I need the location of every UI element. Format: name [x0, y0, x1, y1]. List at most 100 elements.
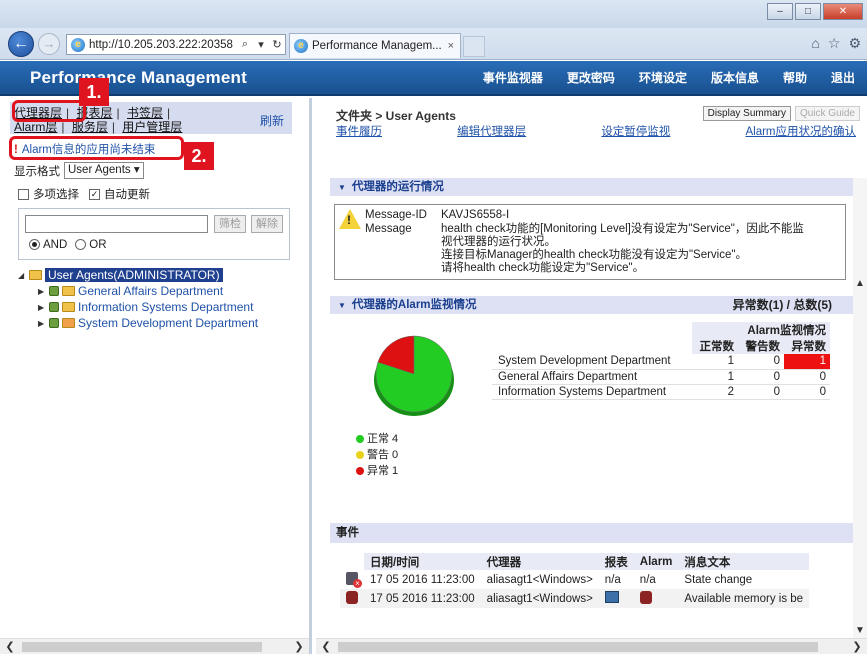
quick-guide-button[interactable]: Quick Guide [794, 106, 860, 121]
scroll-up-icon[interactable]: ▲ [853, 278, 867, 289]
browser-navbar: ← → e http://10.205.203.222:20358 ⌕ ▾ ↻ … [0, 28, 867, 60]
alarm-stats-table: Alarm监视情况 正常数 警告数 异常数 System Development… [492, 322, 830, 400]
legend-normal: 正常 4 [356, 430, 398, 446]
table-row[interactable]: System Development Department 1 0 1 [492, 354, 830, 369]
and-radio[interactable] [29, 239, 40, 251]
address-url[interactable]: http://10.205.203.222:20358 [89, 39, 237, 51]
scroll-right-icon[interactable]: ❯ [849, 639, 865, 654]
menu-help[interactable]: 帮助 [771, 69, 819, 86]
scroll-left-icon[interactable]: ❮ [2, 639, 18, 654]
or-radio[interactable] [75, 239, 87, 251]
expand-icon[interactable]: ▶ [38, 287, 46, 296]
scrollbar-thumb[interactable] [22, 642, 262, 652]
refresh-icon[interactable]: ↻ [269, 38, 285, 51]
maximize-button[interactable]: □ [795, 3, 821, 20]
left-horizontal-scrollbar[interactable]: ❮ ❯ [0, 638, 309, 654]
scroll-right-icon[interactable]: ❯ [291, 639, 307, 654]
menu-version[interactable]: 版本信息 [699, 69, 771, 86]
link-pause-monitoring[interactable]: 设定暂停监视 [601, 123, 670, 139]
alarm-status-header[interactable]: ▼ 代理器的Alarm监视情况 异常数(1) / 总数(5) [330, 296, 862, 314]
expand-icon[interactable]: ▶ [38, 319, 46, 328]
filter-button[interactable]: 筛检 [214, 215, 246, 233]
back-button[interactable]: ← [8, 31, 34, 57]
message-text: health check功能的[Monitoring Level]没有设定为"S… [441, 223, 804, 274]
collapse-icon[interactable]: ▼ [338, 301, 346, 310]
tree-item-label[interactable]: General Affairs Department [78, 284, 223, 298]
scrollbar-thumb[interactable] [338, 642, 818, 652]
agent-tree: ◢ User Agents(ADMINISTRATOR) ▶ General A… [18, 268, 258, 330]
event-row[interactable]: 17 05 2016 11:23:00 aliasagt1<Windows> n… [340, 570, 809, 589]
tab-services[interactable]: 服务层 [72, 120, 108, 134]
close-window-button[interactable]: ✕ [823, 3, 863, 20]
abnormal-cell: 1 [784, 354, 830, 369]
favorites-icon[interactable]: ☆ [828, 35, 841, 52]
alarm-pie-chart [374, 335, 454, 416]
forward-button[interactable]: → [38, 33, 60, 55]
options-checkboxes: 多项选择 ✓ 自动更新 [18, 186, 150, 202]
menu-change-password[interactable]: 更改密码 [555, 69, 627, 86]
header-warning: 警告数 [738, 338, 784, 354]
alarm-icon[interactable] [639, 590, 652, 604]
tree-item-label[interactable]: Information Systems Department [78, 300, 253, 314]
settings-icon[interactable]: ⚙ [848, 35, 861, 52]
tab-user-management[interactable]: 用户管理层 [122, 120, 182, 134]
agent-status-header[interactable]: ▼ 代理器的运行情况 [330, 178, 862, 196]
filter-input[interactable] [25, 215, 208, 233]
or-option[interactable]: OR [75, 239, 107, 251]
table-row[interactable]: General Affairs Department 1 0 0 [492, 369, 830, 384]
browser-tab[interactable]: e Performance Managem... × [289, 33, 461, 58]
events-header-datetime: 日期/时间 [364, 553, 481, 570]
tree-root-label[interactable]: User Agents(ADMINISTRATOR) [45, 268, 223, 282]
message-label: Message [365, 223, 412, 235]
database-icon [346, 590, 358, 604]
search-icon[interactable]: ⌕ [237, 38, 253, 51]
events-header-report: 报表 [598, 553, 634, 570]
header-normal: 正常数 [692, 338, 738, 354]
clear-button[interactable]: 解除 [251, 215, 283, 233]
link-event-history[interactable]: 事件履历 [336, 123, 382, 139]
event-row[interactable]: 17 05 2016 11:23:00 aliasagt1<Windows> A… [340, 589, 810, 608]
folder-icon [62, 302, 75, 312]
format-select[interactable]: User Agents ▾ [64, 162, 144, 179]
address-bar[interactable]: e http://10.205.203.222:20358 ⌕ ▾ ↻ [66, 34, 286, 55]
multi-select-checkbox[interactable] [18, 189, 29, 201]
refresh-link[interactable]: 刷新 [260, 112, 284, 129]
table-row[interactable]: Information Systems Department 2 0 0 [492, 384, 830, 399]
collapse-icon[interactable]: ◢ [18, 271, 26, 280]
folder-icon [62, 286, 75, 296]
and-option[interactable]: AND [29, 239, 67, 251]
tab-alarms[interactable]: Alarm层 [14, 120, 57, 134]
multi-select-option[interactable]: 多项选择 [18, 186, 79, 202]
expand-icon[interactable]: ▶ [38, 303, 46, 312]
events-header: 事件 [330, 523, 862, 543]
message-id: KAVJS6558-I [441, 209, 510, 221]
menu-environment[interactable]: 环境设定 [627, 69, 699, 86]
auto-update-option[interactable]: ✓ 自动更新 [89, 186, 150, 202]
minimize-button[interactable]: – [767, 3, 793, 20]
scroll-down-icon[interactable]: ▼ [853, 625, 867, 636]
dropdown-icon[interactable]: ▾ [253, 38, 269, 51]
tab-close-icon[interactable]: × [448, 40, 460, 52]
display-summary-button[interactable]: Display Summary [702, 106, 791, 121]
right-horizontal-scrollbar[interactable]: ❮ ❯ [316, 638, 867, 654]
tree-item-label[interactable]: System Development Department [78, 316, 258, 330]
tree-item-general-affairs[interactable]: ▶ General Affairs Department [38, 284, 258, 298]
right-vertical-scrollbar[interactable]: ▲ ▼ [853, 178, 867, 638]
report-icon[interactable] [604, 591, 619, 603]
new-tab-button[interactable] [463, 36, 485, 57]
tree-root[interactable]: ◢ User Agents(ADMINISTRATOR) [18, 268, 258, 282]
auto-update-checkbox[interactable]: ✓ [89, 189, 100, 201]
menu-logout[interactable]: 退出 [819, 69, 867, 86]
scroll-left-icon[interactable]: ❮ [318, 639, 334, 654]
tree-item-system-development[interactable]: ▶ System Development Department [38, 316, 258, 330]
agent-icon [49, 302, 59, 312]
link-edit-agent-hierarchy[interactable]: 编辑代理器层 [457, 123, 526, 139]
tab-title[interactable]: Performance Managem... [312, 40, 448, 52]
tree-item-information-systems[interactable]: ▶ Information Systems Department [38, 300, 258, 314]
collapse-icon[interactable]: ▼ [338, 183, 346, 192]
home-icon[interactable]: ⌂ [811, 35, 819, 52]
app-title: Performance Management [30, 68, 247, 87]
menu-event-monitor[interactable]: 事件监视器 [471, 69, 555, 86]
annotation-label-2: 2. [184, 142, 214, 170]
link-alarm-status[interactable]: Alarm应用状况的确认 [745, 123, 856, 139]
